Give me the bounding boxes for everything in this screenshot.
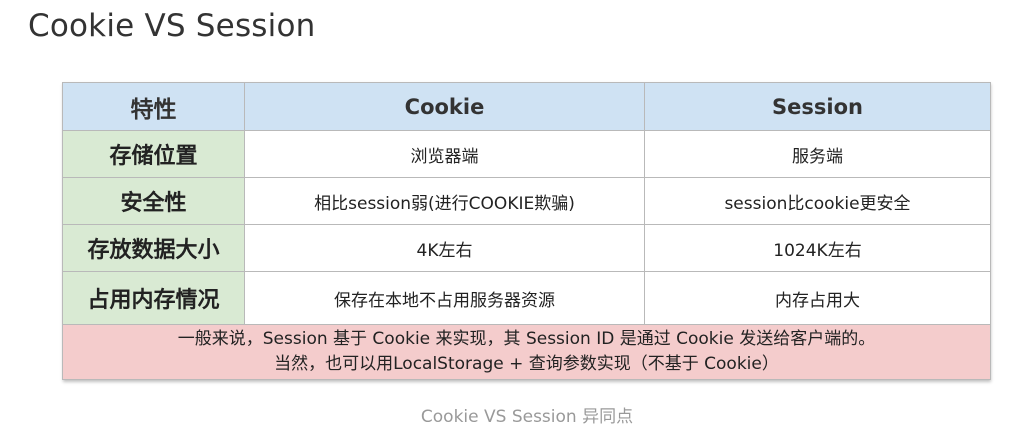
session-cell: 内存占用大 — [644, 271, 991, 325]
header-session: Session — [644, 82, 991, 131]
image-caption: Cookie VS Session 异同点 — [420, 407, 634, 427]
comparison-table-image: 特性 Cookie Session 存储位置 浏览器端 服务端 安全性 相比se… — [62, 82, 991, 380]
feature-cell: 占用内存情况 — [62, 271, 245, 325]
cookie-cell: 浏览器端 — [244, 130, 645, 178]
footnote-row: 一般来说，Session 基于 Cookie 来实现，其 Session ID … — [62, 324, 991, 380]
table-row: 占用内存情况 保存在本地不占用服务器资源 内存占用大 — [62, 271, 991, 325]
feature-cell: 安全性 — [62, 177, 245, 225]
session-cell: session比cookie更安全 — [644, 177, 991, 225]
table-row: 存放数据大小 4K左右 1024K左右 — [62, 224, 991, 272]
cookie-cell: 4K左右 — [244, 224, 645, 272]
table-row: 安全性 相比session弱(进行COOKIE欺骗) session比cooki… — [62, 177, 991, 225]
footnote-cell: 一般来说，Session 基于 Cookie 来实现，其 Session ID … — [62, 324, 991, 380]
footnote-line: 一般来说，Session 基于 Cookie 来实现，其 Session ID … — [177, 329, 876, 349]
table-row: 存储位置 浏览器端 服务端 — [62, 130, 991, 178]
feature-cell: 存储位置 — [62, 130, 245, 178]
cookie-cell: 保存在本地不占用服务器资源 — [244, 271, 645, 325]
comparison-table: 特性 Cookie Session 存储位置 浏览器端 服务端 安全性 相比se… — [62, 82, 991, 380]
feature-cell: 存放数据大小 — [62, 224, 245, 272]
header-feature: 特性 — [62, 82, 245, 131]
page-title: Cookie VS Session — [28, 8, 316, 44]
header-cookie: Cookie — [244, 82, 645, 131]
footnote-line: 当然，也可以用LocalStorage + 查询参数实现（不基于 Cookie） — [274, 354, 779, 374]
cookie-cell: 相比session弱(进行COOKIE欺骗) — [244, 177, 645, 225]
session-cell: 服务端 — [644, 130, 991, 178]
table-header-row: 特性 Cookie Session — [62, 82, 991, 131]
session-cell: 1024K左右 — [644, 224, 991, 272]
